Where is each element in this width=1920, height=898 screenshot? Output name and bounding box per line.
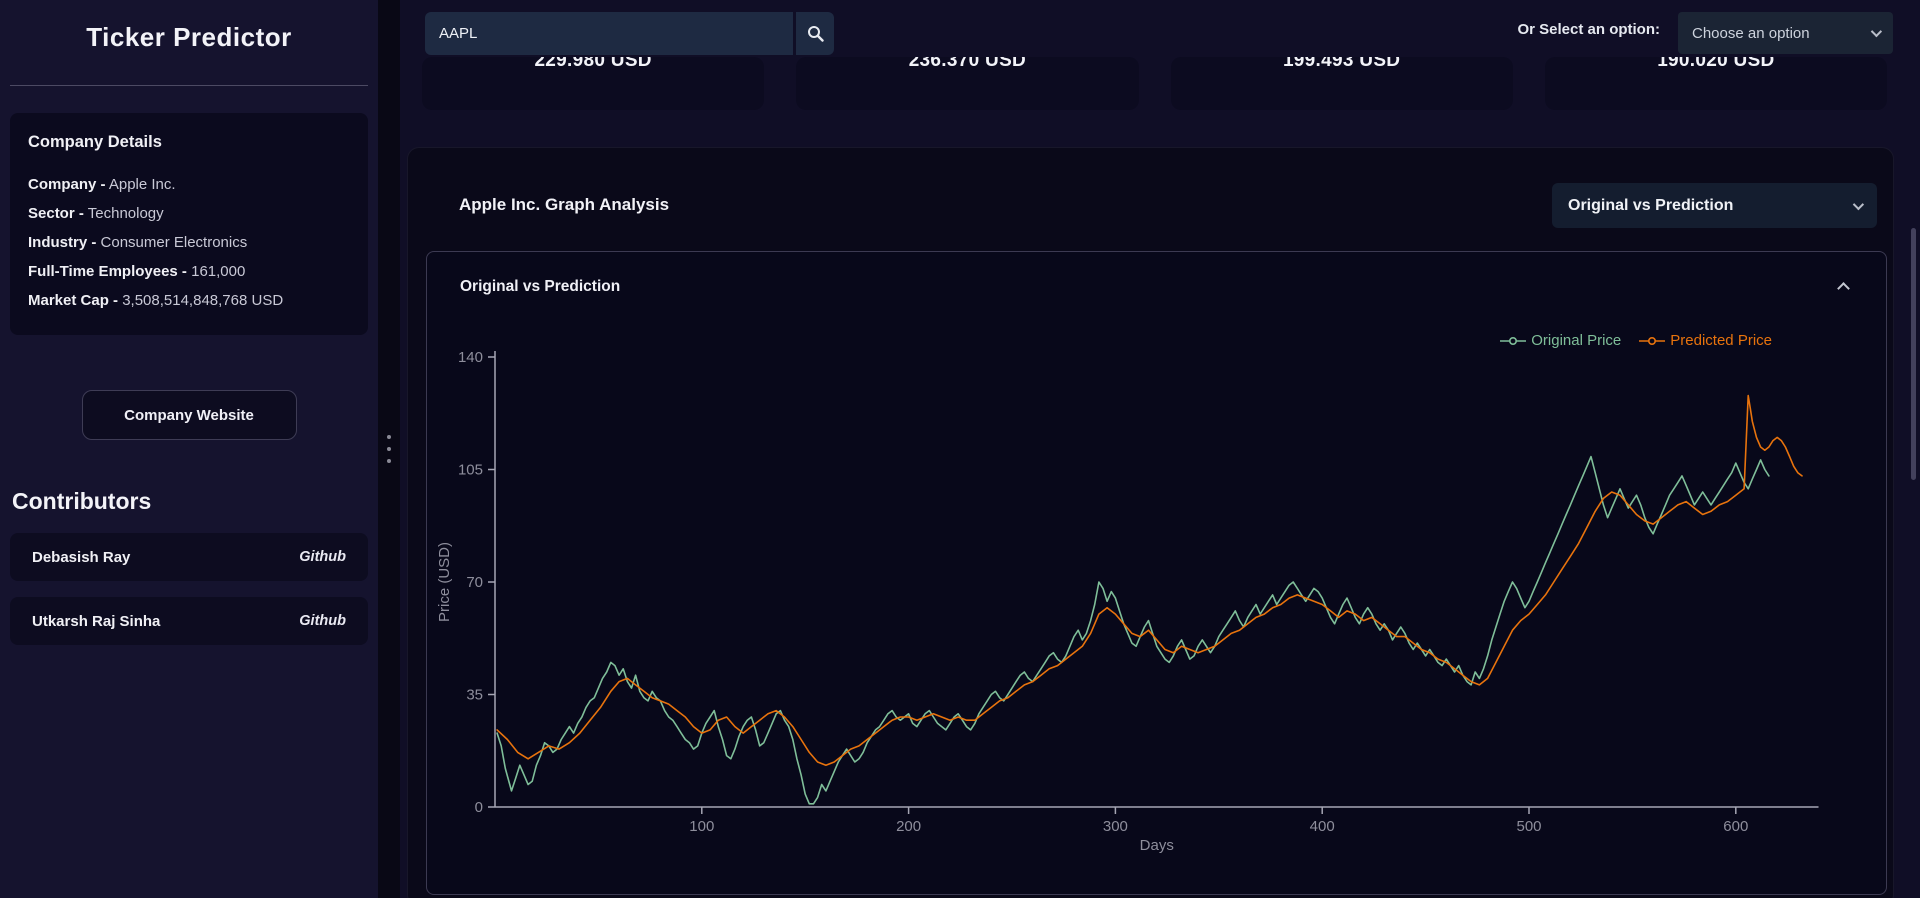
svg-text:200: 200 — [896, 818, 921, 835]
drag-dot-icon — [387, 435, 391, 439]
svg-text:Days: Days — [1140, 837, 1174, 854]
chevron-down-icon — [1870, 25, 1883, 38]
ticker-option-select[interactable]: Choose an option — [1678, 12, 1893, 54]
svg-text:0: 0 — [475, 799, 483, 816]
svg-text:70: 70 — [466, 574, 483, 591]
contributor-row: Debasish Ray Github — [10, 533, 368, 581]
svg-text:35: 35 — [466, 687, 483, 704]
price-card: 236.370 USD — [796, 57, 1139, 110]
svg-text:600: 600 — [1723, 818, 1748, 835]
app-root: Ticker Predictor Company Details Company… — [0, 0, 1920, 898]
price-card: 229.980 USD — [422, 57, 765, 110]
contributor-name: Utkarsh Raj Sinha — [32, 612, 161, 630]
selected-option: Choose an option — [1692, 24, 1810, 42]
github-link[interactable]: Github — [299, 613, 346, 629]
contributor-name: Debasish Ray — [32, 548, 131, 566]
price-card: 199.493 USD — [1170, 57, 1513, 110]
price-value: 236.370 USD — [908, 57, 1027, 71]
graph-type-value: Original vs Prediction — [1568, 196, 1734, 214]
graph-type-select[interactable]: Original vs Prediction — [1552, 183, 1877, 228]
sidebar: Ticker Predictor Company Details Company… — [0, 0, 378, 898]
chevron-down-icon — [1852, 198, 1865, 210]
svg-text:100: 100 — [689, 818, 714, 835]
github-link[interactable]: Github — [299, 549, 346, 565]
search-icon — [807, 26, 824, 42]
price-card: 190.020 USD — [1544, 57, 1887, 110]
scrollbar[interactable] — [1911, 228, 1916, 480]
drag-dot-icon — [387, 459, 391, 463]
employees-field: Full-Time Employees - 161,000 — [28, 263, 246, 280]
app-title: Ticker Predictor — [86, 22, 292, 52]
sidebar-divider — [10, 85, 368, 86]
price-chart: 0 35 70 105 140 100 200 300 400 500 600 Days Price (… — [436, 349, 1819, 854]
price-value: 190.020 USD — [1657, 57, 1775, 71]
company-details-card: Company Details Company - Apple Inc. Sec… — [10, 113, 368, 335]
price-cards-row: 229.980 USD 236.370 USD 199.493 USD 190.… — [422, 57, 1887, 110]
svg-text:Price (USD): Price (USD) — [436, 542, 453, 622]
ticker-search-input[interactable] — [425, 12, 793, 55]
company-website-button[interactable]: Company Website — [81, 390, 297, 440]
graph-analysis-card: Apple Inc. Graph Analysis Original vs Pr… — [407, 147, 1894, 898]
contributor-row: Utkarsh Raj Sinha Github — [10, 597, 368, 645]
contributors-heading: Contributors — [12, 488, 152, 514]
collapse-chevron-up-icon[interactable] — [1837, 282, 1850, 295]
sidebar-resize-handle[interactable] — [378, 0, 400, 898]
svg-text:300: 300 — [1103, 818, 1128, 835]
price-value: 229.980 USD — [534, 57, 652, 71]
svg-text:500: 500 — [1516, 818, 1541, 835]
company-details-heading: Company Details — [28, 133, 162, 151]
sector-field: Sector - Technology — [28, 205, 164, 222]
svg-text:105: 105 — [458, 462, 483, 479]
industry-field: Industry - Consumer Electronics — [28, 234, 248, 251]
price-value: 199.493 USD — [1282, 57, 1401, 71]
graph-title: Apple Inc. Graph Analysis — [459, 195, 670, 214]
chart-panel: Original vs Prediction Original Price Pr… — [426, 251, 1887, 895]
svg-text:140: 140 — [458, 349, 483, 366]
company-field: Company - Apple Inc. — [28, 176, 176, 193]
select-option-label: Or Select an option: — [1517, 21, 1660, 38]
search-button[interactable] — [796, 12, 834, 55]
chart-panel-title: Original vs Prediction — [460, 278, 621, 295]
svg-text:400: 400 — [1310, 818, 1335, 835]
market-cap-field: Market Cap - 3,508,514,848,768 USD — [28, 292, 284, 309]
drag-dot-icon — [387, 447, 391, 451]
